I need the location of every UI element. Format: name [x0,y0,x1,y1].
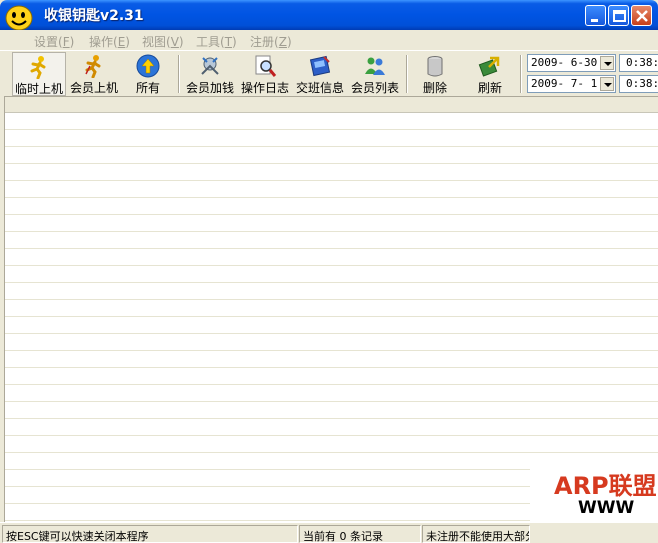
toolbar-separator [520,55,522,93]
all-button[interactable]: 所有 [124,52,172,96]
users-icon [365,57,385,75]
grid-body[interactable] [5,113,658,523]
toolbar-separator [406,55,408,93]
minimize-icon [591,19,598,22]
member-login-button[interactable]: 会员上机 [67,52,121,96]
running-man-icon [85,55,101,78]
refresh-button[interactable]: 刷新 [466,52,514,96]
watermark-brand: ARP联盟 [554,472,657,500]
smiley-face-icon[interactable] [4,2,34,32]
status-register-notice: 未注册不能使用大部分功能 [422,525,530,543]
shift-info-button[interactable]: 交班信息 [293,52,347,96]
date-to-picker[interactable]: 2009- 7- 1 [527,75,616,93]
refresh-icon [478,56,500,77]
delete-button[interactable]: 删除 [412,52,458,96]
time-from-field[interactable]: 0:38: [619,54,658,72]
temp-login-button[interactable]: 临时上机 [12,52,66,96]
menu-settings[interactable]: 设置(F) [34,33,74,50]
member-list-button[interactable]: 会员列表 [348,52,402,96]
close-button[interactable] [631,5,652,26]
date-from-picker[interactable]: 2009- 6-30 [527,54,616,72]
toolbar-separator [178,55,180,93]
menu-register[interactable]: 注册(Z) [250,33,292,50]
window-title: 收银钥匙v2.31 [44,8,144,24]
up-arrow-circle-icon [136,54,160,78]
operation-log-button[interactable]: 操作日志 [238,52,292,96]
title-bar[interactable]: 收银钥匙v2.31 [0,0,658,32]
chevron-down-icon[interactable] [600,56,614,70]
notebook-icon [309,55,331,77]
member-recharge-button[interactable]: 会员加钱 [183,52,237,96]
time-to-field[interactable]: 0:38: [619,75,658,93]
watermark-www: WWW [578,498,635,518]
menu-view[interactable]: 视图(V) [142,33,184,50]
running-man-icon [30,56,46,79]
toolbar: 临时上机 会员上机 所有 会员加钱 操作日志 交班信息 会员列表 删除 刷新 2… [0,50,658,96]
menu-bar: 设置(F) 操作(E) 视图(V) 工具(T) 注册(Z) [0,30,658,50]
trash-can-icon [427,56,443,77]
maximize-icon [613,10,626,22]
chevron-down-icon[interactable] [600,77,614,91]
status-hint: 按ESC键可以快速关闭本程序 [2,525,298,543]
minimize-button[interactable] [585,5,606,26]
status-record-count: 当前有 0 条记录 [299,525,421,543]
menu-operation[interactable]: 操作(E) [89,33,130,50]
close-icon [636,10,648,22]
status-bar: 按ESC键可以快速关闭本程序 当前有 0 条记录 未注册不能使用大部分功能 [0,522,658,543]
menu-tools[interactable]: 工具(T) [196,33,237,50]
grid-header[interactable] [5,97,658,113]
satellite-icon [201,57,219,75]
records-grid[interactable] [4,96,658,523]
magnifier-icon [255,55,277,77]
maximize-button[interactable] [608,5,629,26]
